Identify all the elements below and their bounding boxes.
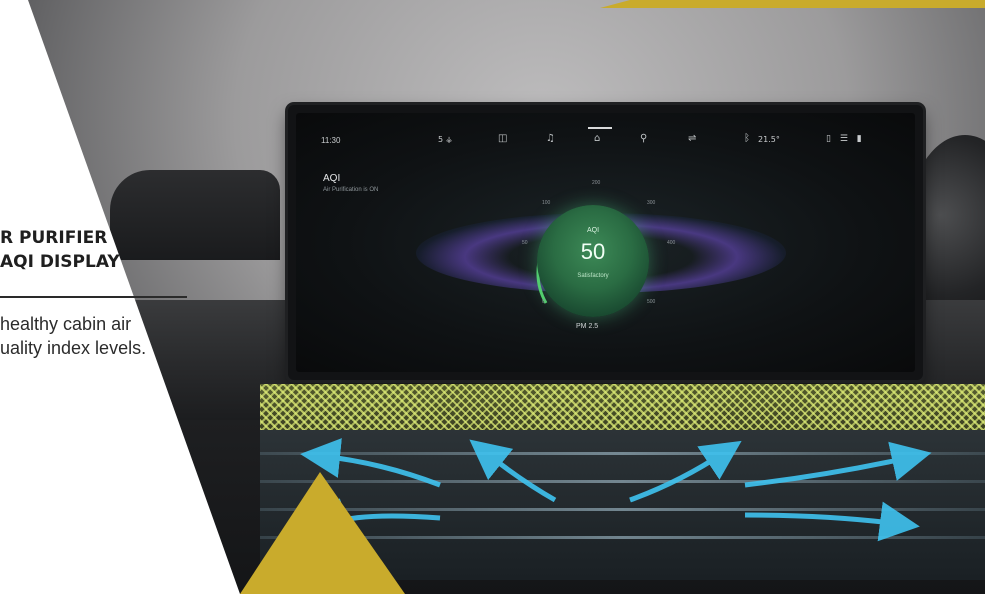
feature-heading: R PURIFIER AQI DISPLAY [0, 226, 120, 274]
heading-divider [0, 296, 187, 298]
description-line-1: healthy cabin air [0, 314, 132, 334]
feature-description: healthy cabin air uality index levels. [0, 312, 146, 360]
gold-accent-bottom [240, 472, 405, 594]
description-line-2: uality index levels. [0, 338, 147, 358]
gold-accent-top [600, 0, 985, 8]
heading-line-1: R PURIFIER [0, 228, 108, 248]
scene: 11:30 5 ⚶ ◫ ♫ ⌂ ⚲ ⇌ ᛒ 21.5° ▯ ☰ ▮ AQI Ai… [0, 0, 985, 594]
heading-line-2: AQI DISPLAY [0, 252, 120, 272]
